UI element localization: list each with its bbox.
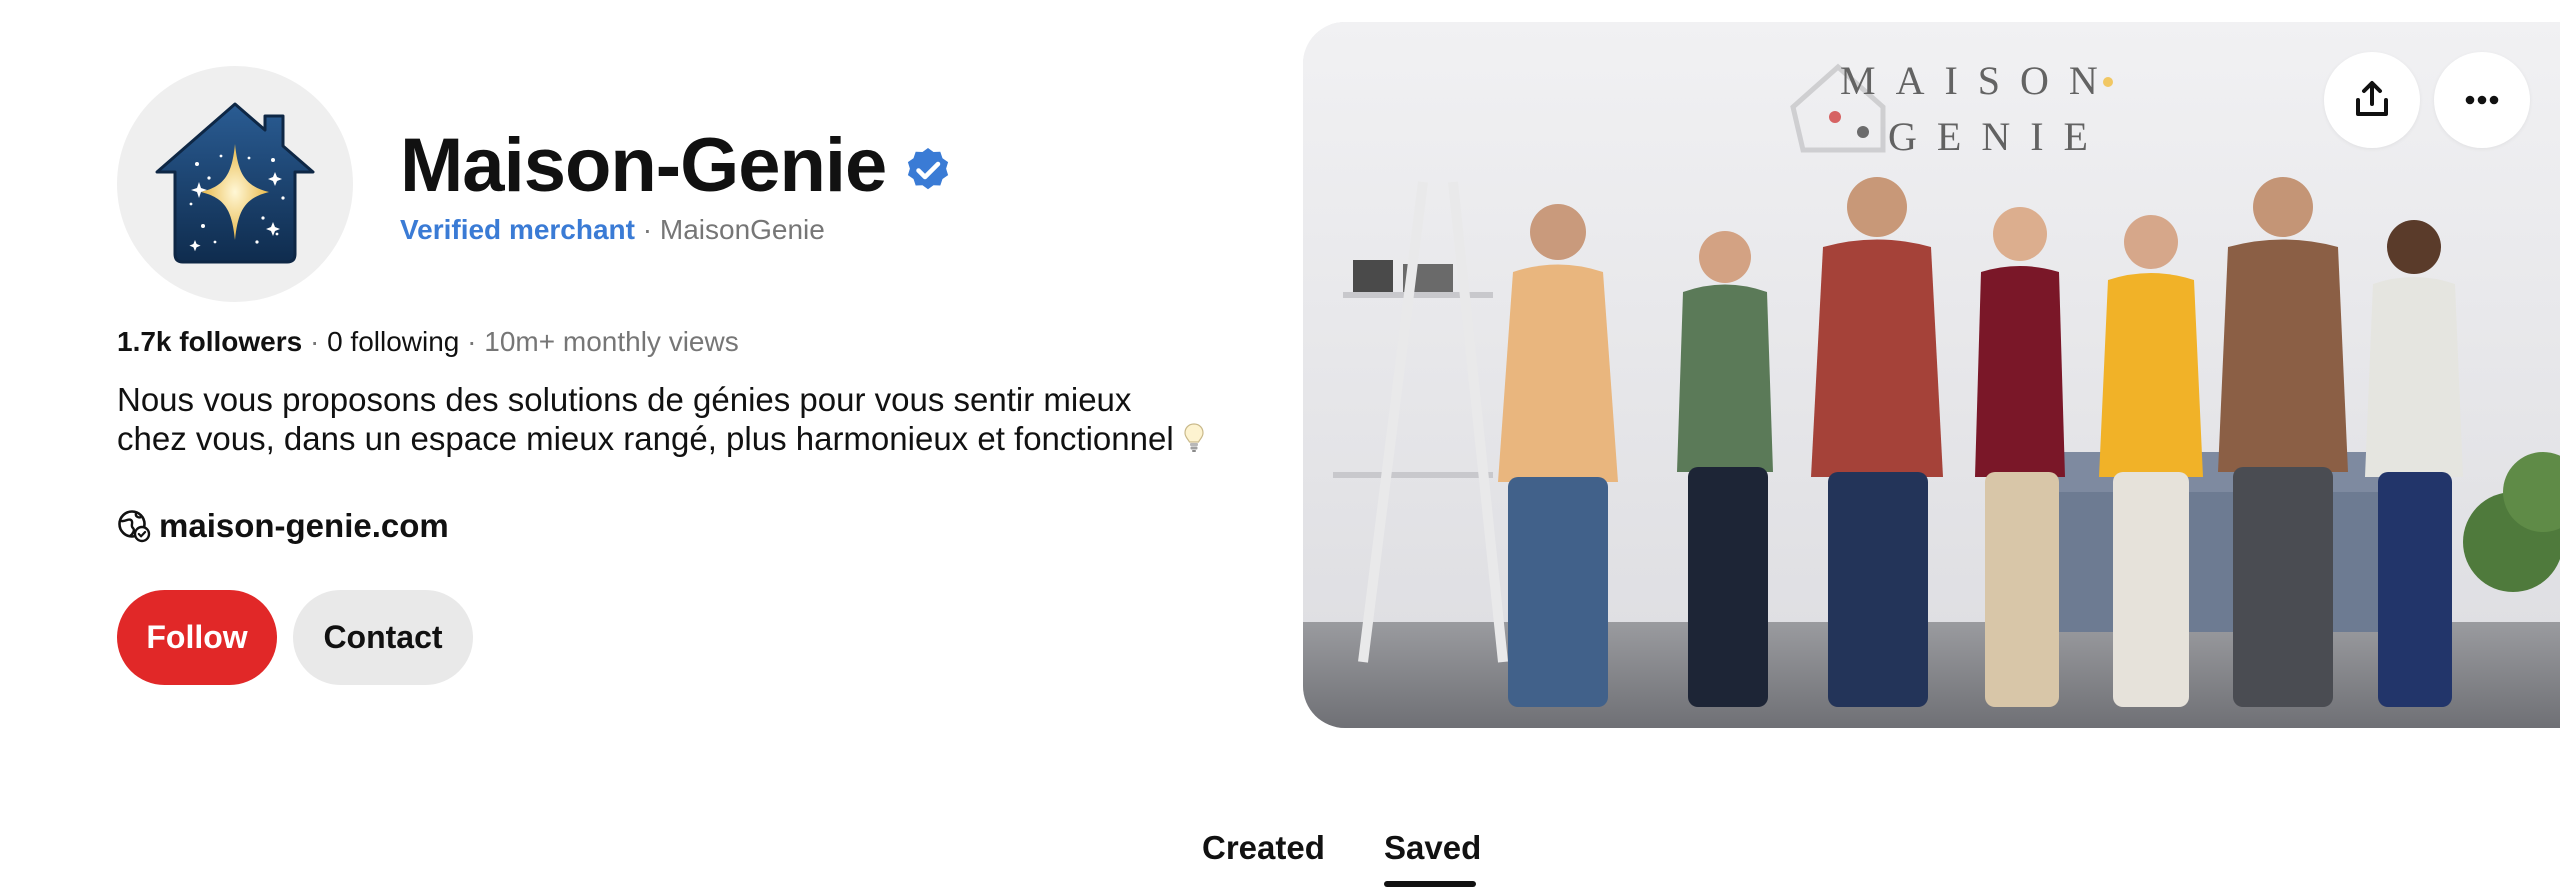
- separator: ·: [459, 326, 485, 357]
- bio-text: Nous vous proposons des solutions de gén…: [117, 381, 1174, 457]
- more-dots-icon: [2465, 95, 2499, 105]
- profile-bio: Nous vous proposons des solutions de gén…: [117, 380, 1207, 458]
- separator: ·: [634, 214, 660, 245]
- share-button[interactable]: [2324, 52, 2420, 148]
- website-link[interactable]: maison-genie.com: [159, 507, 449, 545]
- share-icon: [2356, 81, 2388, 116]
- monthly-views: 10m+ monthly views: [484, 326, 739, 357]
- follow-button[interactable]: Follow: [117, 590, 277, 685]
- logo-line-2: GENIE: [1888, 114, 2108, 159]
- website-row[interactable]: maison-genie.com: [117, 502, 449, 550]
- tab-saved[interactable]: Saved: [1384, 820, 1481, 876]
- logo-line-1: MAISON: [1840, 58, 2118, 103]
- house-star-logo-icon: [155, 102, 315, 264]
- merchant-row: Verified merchant · MaisonGenie: [400, 210, 825, 250]
- profile-avatar[interactable]: [117, 66, 353, 302]
- profile-page: Maison-Genie Verified merchant · MaisonG…: [0, 0, 2560, 892]
- contact-button[interactable]: Contact: [293, 590, 473, 685]
- lightbulb-icon: [1184, 423, 1204, 452]
- verified-merchant-link[interactable]: Verified merchant: [400, 214, 635, 245]
- profile-name: Maison-Genie: [400, 123, 887, 208]
- username: MaisonGenie: [659, 214, 825, 245]
- separator: ·: [302, 326, 328, 357]
- profile-stats: 1.7k followers · 0 following · 10m+ mont…: [117, 322, 739, 362]
- following-count[interactable]: 0 following: [327, 326, 459, 357]
- more-options-button[interactable]: [2434, 52, 2530, 148]
- verified-check-icon: [908, 148, 949, 190]
- profile-name-row: Maison-Genie: [400, 116, 952, 216]
- tab-created[interactable]: Created: [1202, 820, 1325, 876]
- followers-count[interactable]: 1.7k followers: [117, 326, 302, 357]
- globe-icon: [118, 510, 151, 543]
- profile-tabs: Created Saved: [0, 820, 2560, 892]
- active-tab-indicator: [1384, 881, 1476, 887]
